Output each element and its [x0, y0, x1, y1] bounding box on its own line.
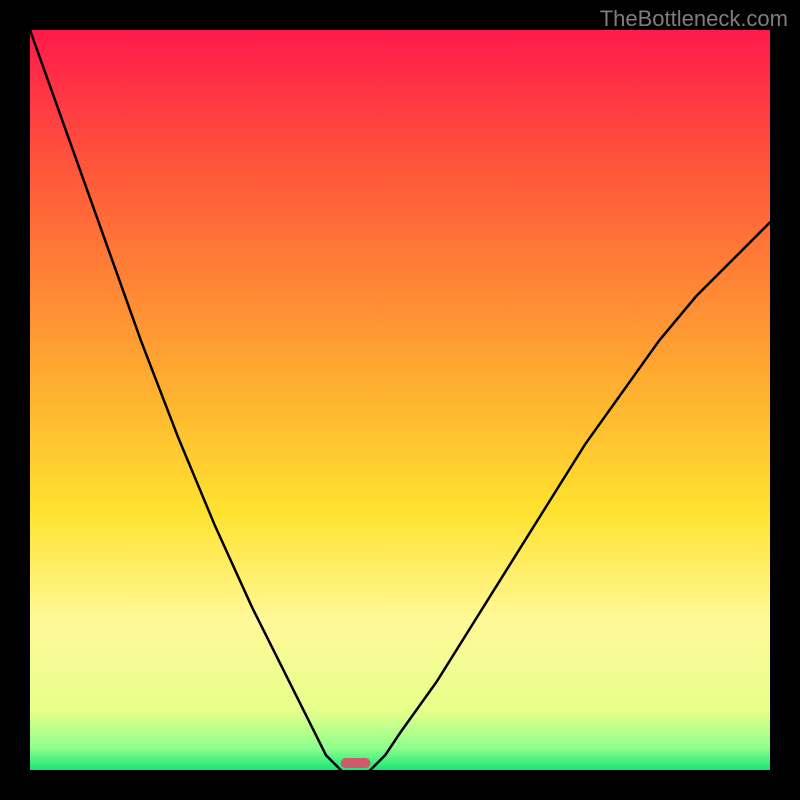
plot-area — [30, 30, 770, 770]
bottleneck-marker — [341, 758, 371, 768]
chart-frame: TheBottleneck.com — [0, 0, 800, 800]
chart-svg — [30, 30, 770, 770]
watermark-text: TheBottleneck.com — [600, 6, 788, 32]
marker-pill — [341, 758, 371, 768]
gradient-background — [30, 30, 770, 770]
